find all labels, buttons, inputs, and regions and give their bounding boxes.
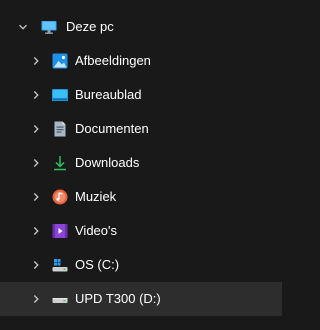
chevron-right-icon[interactable] (29, 282, 43, 316)
chevron-right-icon[interactable] (29, 248, 43, 282)
download-icon (51, 154, 69, 172)
tree-item-afbeeldingen[interactable]: Afbeeldingen (0, 44, 282, 78)
pictures-icon (51, 52, 69, 70)
tree-item-label: Downloads (75, 155, 140, 170)
windows-drive-icon (51, 256, 69, 274)
tree-item-label: Deze pc (66, 19, 114, 34)
chevron-right-icon[interactable] (29, 180, 43, 214)
tree-item-label: Video's (75, 223, 117, 238)
chevron-right-icon[interactable] (29, 78, 43, 112)
tree-item-os-c[interactable]: OS (C:) (0, 248, 282, 282)
tree-item-upd-t300-d[interactable]: UPD T300 (D:) (0, 282, 282, 316)
chevron-right-icon[interactable] (29, 146, 43, 180)
chevron-right-icon[interactable] (29, 44, 43, 78)
tree-item-downloads[interactable]: Downloads (0, 146, 282, 180)
video-icon (51, 222, 69, 240)
documents-icon (51, 120, 69, 138)
tree-item-label: Afbeeldingen (75, 53, 151, 68)
music-icon (51, 188, 69, 206)
navigation-tree: Deze pc Afbeeldingen Bureaublad Document… (0, 0, 282, 330)
tree-item-muziek[interactable]: Muziek (0, 180, 282, 214)
tree-item-label: Bureaublad (75, 87, 142, 102)
chevron-right-icon[interactable] (29, 214, 43, 248)
tree-item-label: UPD T300 (D:) (75, 291, 161, 306)
drive-icon (51, 290, 69, 308)
tree-item-label: OS (C:) (75, 257, 120, 272)
chevron-down-icon[interactable] (16, 10, 30, 44)
chevron-right-icon[interactable] (29, 112, 43, 146)
monitor-icon (40, 18, 58, 36)
tree-item-deze-pc[interactable]: Deze pc (0, 10, 282, 44)
tree-item-videos[interactable]: Video's (0, 214, 282, 248)
desktop-icon (51, 86, 69, 104)
tree-item-bureaublad[interactable]: Bureaublad (0, 78, 282, 112)
tree-item-label: Documenten (75, 121, 149, 136)
tree-item-label: Muziek (75, 189, 117, 204)
tree-item-documenten[interactable]: Documenten (0, 112, 282, 146)
